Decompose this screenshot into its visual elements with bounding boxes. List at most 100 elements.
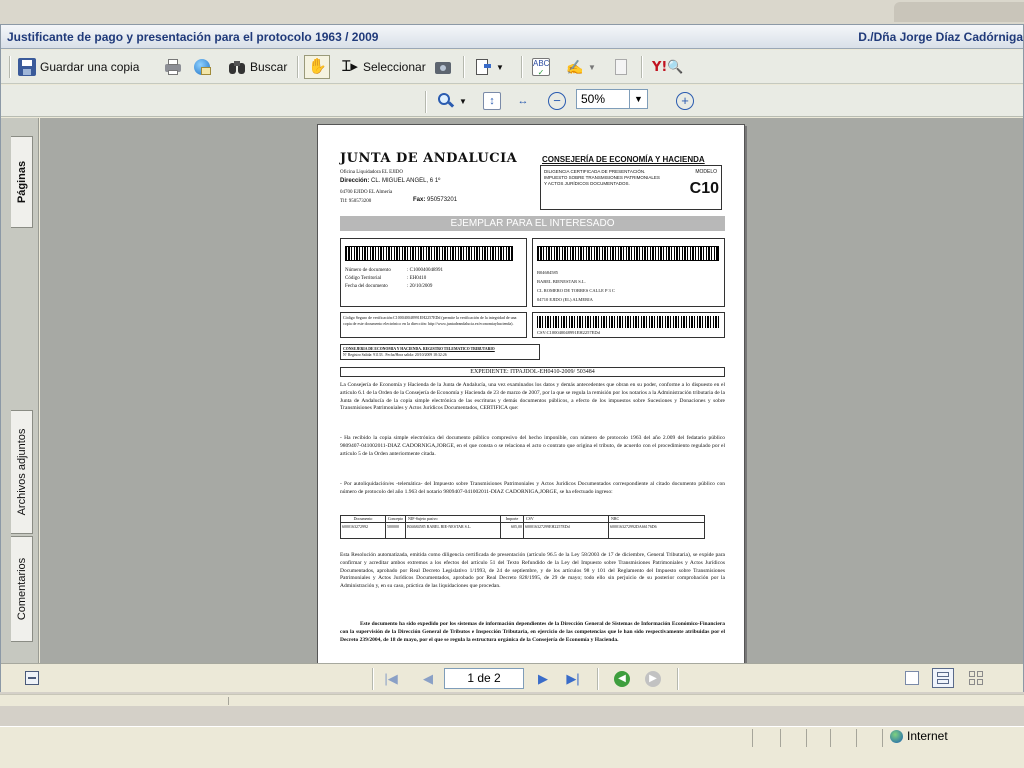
- col-header: Concepto: [386, 516, 406, 522]
- go-forward-icon[interactable]: ▶: [644, 670, 662, 688]
- save-copy-button[interactable]: Guardar una copia: [15, 55, 142, 79]
- page-layout-button[interactable]: ▼: [471, 55, 507, 79]
- binoculars-icon: [228, 58, 246, 76]
- text-cursor-icon: Ɪ▸: [342, 58, 358, 75]
- previous-page-icon[interactable]: ◀: [419, 670, 437, 688]
- plus-circle-icon: +: [676, 92, 694, 110]
- zoom-level-field[interactable]: 50%: [576, 89, 630, 109]
- copy-banner: EJEMPLAR PARA EL INTERESADO: [340, 216, 725, 231]
- last-page-icon[interactable]: ▶|: [564, 670, 582, 688]
- field-value: : EH0410: [407, 276, 427, 281]
- status-divider: [780, 729, 781, 747]
- chevron-down-icon: ▼: [459, 96, 467, 106]
- yahoo-search-button[interactable]: Y!🔍: [649, 55, 687, 79]
- panel-toggle-icon[interactable]: [25, 671, 39, 685]
- document-field-row: Número de documento: C100040048991: [345, 267, 525, 275]
- toolbar-grip: [9, 56, 11, 78]
- table-cell: 500000: [386, 523, 406, 538]
- table-cell: 6000163272992: [341, 523, 386, 538]
- document-viewport[interactable]: JUNTA DE ANDALUCIA Oficina Liquidadora E…: [40, 118, 1023, 663]
- field-label: Fecha del documento: [345, 284, 388, 289]
- diligencia-box: DILIGENCIA CERTIFICADA DE PRESENTACIÓN. …: [540, 165, 722, 210]
- office-fax-line: Fax: 950573201: [413, 197, 457, 203]
- page-navigation-bar: |◀ ◀ 1 de 2 ▶ ▶| ◀ ▶: [1, 663, 1023, 692]
- expediente-line: EXPEDIENTE: ITPAJDOL-EH0410-2009/ 503484: [340, 367, 725, 377]
- scrollbar-divider: [228, 697, 230, 705]
- tab-pages-label: Páginas: [15, 160, 28, 204]
- payment-table-header: Documento Concepto NIF-Sujeto pasivo Imp…: [341, 516, 704, 523]
- table-row: 6000163272992 500000 B04684585 BABEL BIE…: [341, 523, 704, 538]
- internet-zone: Internet: [890, 729, 948, 743]
- toolbar-separator: [425, 91, 427, 113]
- office-fax-label: Fax:: [413, 197, 426, 203]
- browser-tab[interactable]: [894, 2, 1024, 22]
- verification-text: Código Seguro de verificación:C100040048…: [340, 312, 527, 338]
- document-barcode-box: Número de documento: C100040048991 Códig…: [340, 238, 527, 307]
- diligencia-text: DILIGENCIA CERTIFICADA DE PRESENTACIÓN. …: [544, 169, 660, 186]
- hand-icon: ✋: [308, 58, 327, 75]
- search-button[interactable]: Buscar: [225, 55, 290, 79]
- email-button[interactable]: [190, 55, 214, 79]
- recipient-city: 04710 EJIDO (EL) ALMERIA: [537, 297, 593, 302]
- print-button[interactable]: [161, 55, 185, 79]
- zoom-toolbar: ▼ ↕ ↔ − 50% ▼ +: [1, 85, 1023, 117]
- spellcheck-button[interactable]: ABC ✓: [529, 55, 553, 79]
- zoom-in-button[interactable]: +: [673, 89, 697, 113]
- paragraph-received: - Ha recibido la copia simple electrónic…: [340, 435, 725, 457]
- paragraph-issued-by: Este documento ha sido expedido por los …: [340, 621, 725, 643]
- navigation-side-panel: Páginas Archivos adjuntos Comentarios: [1, 118, 39, 663]
- paragraph-resolution: Esta Resolución automatizada, emitida co…: [340, 552, 725, 590]
- tab-attachments[interactable]: Archivos adjuntos: [11, 410, 33, 534]
- table-cell: B04684585 BABEL BIE-NESTAR S.L.: [406, 523, 501, 538]
- go-back-icon[interactable]: ◀: [613, 670, 631, 688]
- page-number-field[interactable]: 1 de 2: [444, 668, 524, 689]
- tab-pages[interactable]: Páginas: [11, 136, 33, 228]
- pdf-page: JUNTA DE ANDALUCIA Oficina Liquidadora E…: [317, 124, 745, 663]
- continuous-view-icon[interactable]: [932, 668, 954, 688]
- fit-height-icon: ↕: [483, 92, 501, 110]
- horizontal-scrollbar[interactable]: [0, 694, 1024, 706]
- hand-tool-button[interactable]: ✋: [304, 55, 330, 79]
- snapshot-button[interactable]: [431, 55, 455, 79]
- window-title: Justificante de pago y presentación para…: [7, 30, 379, 44]
- csv-code: CSV:C100040048991EH2257EDd: [537, 330, 600, 335]
- globe-mail-icon: [193, 58, 211, 76]
- office-fax: 950573201: [427, 197, 458, 203]
- modelo-code: C10: [689, 180, 719, 197]
- recipient-nif: B04684585: [537, 270, 559, 275]
- zoom-dropdown-arrow-icon[interactable]: ▼: [630, 89, 648, 109]
- next-page-icon[interactable]: ▶: [534, 670, 552, 688]
- first-page-icon[interactable]: |◀: [382, 670, 400, 688]
- recipient-street: CL ROMERO DE TORRES CALLE P 3 C: [537, 288, 615, 293]
- spellcheck-icon: ABC ✓: [532, 58, 550, 77]
- csv-barcode: [537, 316, 719, 328]
- toolbar-separator: [297, 56, 299, 78]
- tab-comments[interactable]: Comentarios: [11, 536, 33, 642]
- document-properties-button[interactable]: [609, 55, 633, 79]
- facing-pages-view-icon[interactable]: [969, 671, 985, 685]
- minus-circle-icon: −: [548, 92, 566, 110]
- toolbar-separator: [463, 56, 465, 78]
- modelo-label: MODELO: [695, 169, 717, 175]
- sign-button[interactable]: ✍ ▼: [563, 55, 599, 79]
- zoom-out-button[interactable]: −: [545, 89, 569, 113]
- document-barcode: [345, 246, 513, 261]
- office-address: CL. MIGUEL ANGEL, 6 1º: [371, 178, 441, 184]
- col-header: Importe: [501, 516, 524, 522]
- fit-height-button[interactable]: ↕: [480, 89, 504, 113]
- col-header: Documento: [341, 516, 386, 522]
- table-cell: 600016327299EH2257EDd: [524, 523, 609, 538]
- csv-box: CSV:C100040048991EH2257EDd: [532, 312, 725, 338]
- select-tool-button[interactable]: Ɪ▸ Seleccionar: [338, 55, 429, 79]
- nav-separator: [677, 668, 679, 690]
- internet-zone-label: Internet: [907, 729, 948, 743]
- browser-status-bar: Internet: [0, 726, 1024, 768]
- zoom-tool-button[interactable]: ▼: [434, 89, 470, 113]
- document-fields: Número de documento: C100040048991 Códig…: [345, 267, 525, 291]
- tab-comments-label: Comentarios: [15, 557, 28, 621]
- single-page-view-icon[interactable]: [905, 671, 919, 685]
- pdf-viewer-window: Justificante de pago y presentación para…: [0, 24, 1024, 692]
- user-name: D./Dña Jorge Díaz Cadórniga: [858, 30, 1023, 44]
- fit-width-button[interactable]: ↔: [511, 89, 535, 113]
- org-logo-text: JUNTA DE ANDALUCIA: [340, 151, 518, 166]
